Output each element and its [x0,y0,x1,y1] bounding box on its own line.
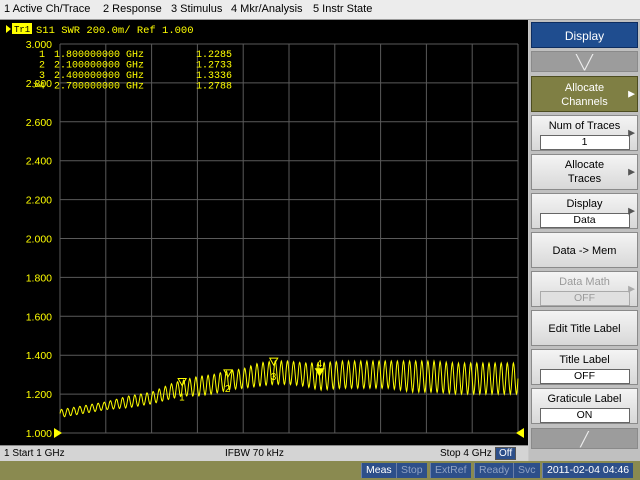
marker-label: 4 [317,359,323,370]
marker-readout-value: 1.2788 [196,82,232,93]
y-tick-label: 2.400 [26,156,52,168]
y-tick-label: 1.400 [26,350,52,362]
marker-readout-frequency: 2.100000000 GHz [54,61,144,72]
trace-badge[interactable]: Tr1 [14,25,30,35]
status-ready: Ready [474,463,514,478]
marker-readout-frequency: 2.700000000 GHz [54,82,144,93]
title-label-softkey[interactable]: Title Label OFF [531,349,638,385]
num-of-traces-value: 1 [539,135,630,150]
start-frequency[interactable]: 1 Start 1 GHz [4,448,65,459]
y-tick-label: 1.200 [26,389,52,401]
marker-readout-frequency: 1.800000000 GHz [54,50,144,61]
channel-footer: 1 Start 1 GHz IFBW 70 kHz Stop 4 GHz Off [0,445,528,462]
marker-readout-value: 1.3336 [196,71,232,82]
marker-triangle-icon [268,357,279,367]
data-math-label: Data Math [559,276,610,288]
allocate-channels-label: Allocate Channels [561,82,608,108]
graticule-label-softkey[interactable]: Graticule Label ON [531,388,638,424]
stop-frequency[interactable]: Stop 4 GHz [440,448,492,459]
y-tick-label: 1.000 [26,428,52,440]
display-label: Display [566,198,603,210]
graticule-label-label: Graticule Label [547,393,622,405]
edit-title-label-text: Edit Title Label [548,323,621,335]
edit-title-label-softkey[interactable]: Edit Title Label [531,310,638,346]
menu-bar: 1 Active Ch/Trace 2 Response 3 Stimulus … [0,0,640,20]
status-meas: Meas [361,463,396,478]
data-to-mem-softkey[interactable]: Data -> Mem [531,232,638,268]
status-svc: Svc [513,463,540,478]
y-tick-label: 2.600 [26,117,52,129]
allocate-traces-softkey[interactable]: Allocate Traces ▶ [531,154,638,190]
scroll-up-button[interactable]: ╲╱ [531,51,638,72]
y-tick-label: 1.600 [26,311,52,323]
submenu-arrow-icon: ▶ [628,205,635,216]
data-math-value: OFF [539,291,630,306]
submenu-arrow-icon: ▶ [628,88,635,99]
menu-response[interactable]: 2 Response [103,3,162,15]
swr-chart: 3.0002.8002.6002.4002.2002.0001.8001.600… [6,23,524,440]
data-to-mem-label: Data -> Mem [552,245,617,257]
title-label-value: OFF [539,369,630,384]
reference-line-left-icon [54,428,62,438]
submenu-arrow-icon: ▶ [628,166,635,177]
menu-instr-state[interactable]: 5 Instr State [313,3,372,15]
marker-label: 2 [225,384,231,395]
scroll-down-button[interactable]: ╱ [531,428,638,449]
data-math-softkey[interactable]: Data Math OFF ▶ [531,271,638,307]
marker-readout-table: 1 1.800000000 GHz 1.2285 2 2.100000000 GHz 1.… [33,50,232,93]
y-tick-label: 2.200 [26,195,52,207]
chevron-down-icon: ╱ [580,431,589,447]
y-tick-label: 2.000 [26,234,52,246]
marker-label: 3 [271,372,277,383]
marker-readout-value: 1.2285 [196,50,232,61]
chevron-up-icon: ╲╱ [576,54,593,70]
marker-readout-index: >4 [33,82,45,93]
marker-readout-index: 2 [39,61,45,72]
y-tick-label: 1.800 [26,272,52,284]
softkey-menu-title[interactable]: Display [531,22,638,48]
graticule-label-value: ON [539,408,630,423]
marker-readout-frequency: 2.400000000 GHz [54,71,144,82]
reference-line-right-icon [516,428,524,438]
menu-mkr-analysis[interactable]: 4 Mkr/Analysis [231,3,303,15]
submenu-arrow-icon: ▶ [628,283,635,294]
status-stop: Stop [396,463,427,478]
title-label-label: Title Label [559,354,610,366]
active-trace-arrow-icon [6,25,11,33]
marker-readout-value: 1.2733 [196,61,232,72]
marker-readout-index: 1 [39,50,45,61]
sweep-off-indicator[interactable]: Off [495,447,517,460]
status-extref: ExtRef [430,463,471,478]
ifbw[interactable]: IFBW 70 kHz [225,448,284,459]
allocate-traces-label: Allocate Traces [564,159,605,185]
softkey-title-label: Display [564,29,605,43]
trace-header-text: S11 SWR 200.0m/ Ref 1.000 [36,25,194,37]
display-softkey[interactable]: Display Data ▶ [531,193,638,229]
marker-label: 1 [179,393,185,404]
trace-header: Tr1 S11 SWR 200.0m/ Ref 1.000 [6,23,194,37]
allocate-channels-softkey[interactable]: Allocate Channels ▶ [531,76,638,112]
softkey-panel: Display ╲╱ Allocate Channels ▶ Num of Tr… [529,20,640,461]
status-datetime: 2011-02-04 04:46 [542,463,634,478]
measurement-plot[interactable]: 3.000 2.800 2.600 2.400 2.200 2.000 1.800 1.600… [0,20,528,445]
trace-markers: 1 2 3 4 [177,357,325,404]
menu-active-ch-trace[interactable]: 1 Active Ch/Trace [4,3,90,15]
marker-readout-index: 3 [39,71,45,82]
num-of-traces-softkey[interactable]: Num of Traces 1 ▶ [531,115,638,151]
menu-stimulus[interactable]: 3 Stimulus [171,3,222,15]
status-bar: Meas Stop ExtRef Ready Svc 2011-02-04 04… [0,461,640,480]
submenu-arrow-icon: ▶ [628,127,635,138]
display-value: Data [539,213,630,228]
num-of-traces-label: Num of Traces [548,120,621,132]
